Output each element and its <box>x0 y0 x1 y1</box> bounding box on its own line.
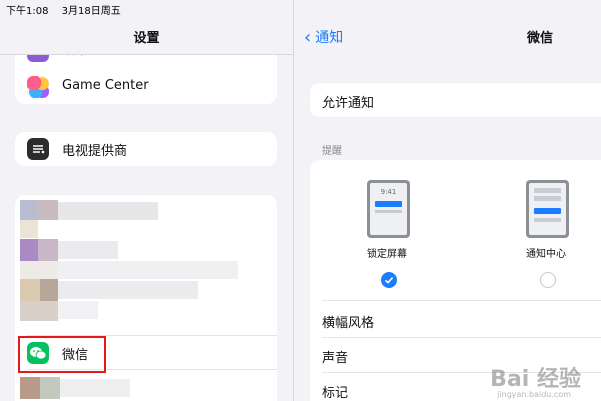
lock-screen-label: 锁定屏幕 <box>367 249 407 260</box>
device-screen: 9:41 <box>370 183 407 235</box>
blurred-app-icon <box>20 279 40 301</box>
blurred-app-icon <box>40 279 58 301</box>
sounds-row[interactable]: 声音 <box>322 347 348 366</box>
alerts-section-label: 提醒 <box>322 146 342 157</box>
divider <box>0 54 293 55</box>
blurred-app-icon <box>20 220 38 238</box>
chevron-left-icon: ‹ <box>304 27 312 48</box>
blurred-app-icon <box>20 377 40 399</box>
preview-line <box>375 210 402 213</box>
back-label: 通知 <box>315 30 344 46</box>
status-bar-overlay: 下午1:08 3月18日周五 <box>6 2 131 17</box>
blurred-app-icon <box>20 239 38 261</box>
blurred-app-label <box>58 261 238 279</box>
preview-line <box>534 218 561 222</box>
status-date: 3月18日周五 <box>61 6 121 17</box>
blurred-app-label <box>58 281 198 299</box>
sidebar-item-tv-provider[interactable]: 电视提供商 <box>15 132 277 166</box>
blurred-app-label <box>58 202 158 220</box>
blurred-app-icon <box>20 301 58 321</box>
blurred-app-label <box>60 379 130 397</box>
watermark-url: jingyan.baidu.com <box>497 390 571 399</box>
page-title-overlay: 设置 <box>133 31 160 46</box>
preview-line <box>534 196 561 201</box>
blurred-app-icon <box>40 377 60 399</box>
tv-provider-icon <box>27 138 49 160</box>
notification-center-checkbox[interactable] <box>540 272 556 288</box>
notification-center-preview[interactable] <box>526 180 569 238</box>
preview-line <box>534 188 561 193</box>
preview-banner <box>534 208 561 214</box>
badges-row[interactable]: 标记 <box>322 382 348 401</box>
status-time: 下午1:08 <box>6 6 49 17</box>
blurred-app-icon <box>38 239 58 261</box>
row-separator <box>322 337 601 338</box>
notification-center-label: 通知中心 <box>526 249 566 260</box>
blurred-app-icon <box>20 200 38 220</box>
watermark-logo: Bai 经验 <box>490 367 581 392</box>
lock-screen-preview[interactable]: 9:41 <box>367 180 410 238</box>
lock-screen-checkbox[interactable] <box>381 272 397 288</box>
row-separator <box>322 300 601 301</box>
back-button[interactable]: ‹ 通知 <box>304 26 344 48</box>
settings-group-2: 电视提供商 <box>15 132 277 166</box>
sidebar-item-label: 电视提供商 <box>62 144 128 159</box>
notification-settings-panel: ‹ 通知 微信 允许通知 提醒 9:41 锁定屏幕 通知中心 横幅风格 声音 标记… <box>294 0 601 401</box>
banner-style-row[interactable]: 横幅风格 <box>322 312 374 331</box>
sidebar-item-label: Game Center <box>62 78 149 93</box>
blurred-app-icon <box>38 200 58 220</box>
game-center-icon <box>27 76 49 98</box>
preview-banner <box>375 201 402 207</box>
blurred-app-label <box>58 241 118 259</box>
device-screen <box>529 183 566 235</box>
page-title: 微信 <box>527 31 554 46</box>
wechat-highlight-box <box>18 336 106 373</box>
blurred-app-label <box>58 301 98 319</box>
sidebar-item-game-center[interactable]: Game Center <box>15 70 277 104</box>
preview-time: 9:41 <box>380 188 397 196</box>
blurred-app-icon <box>20 261 58 279</box>
allow-notifications-label: 允许通知 <box>322 96 375 111</box>
allow-notifications-row[interactable]: 允许通知 <box>310 83 601 117</box>
